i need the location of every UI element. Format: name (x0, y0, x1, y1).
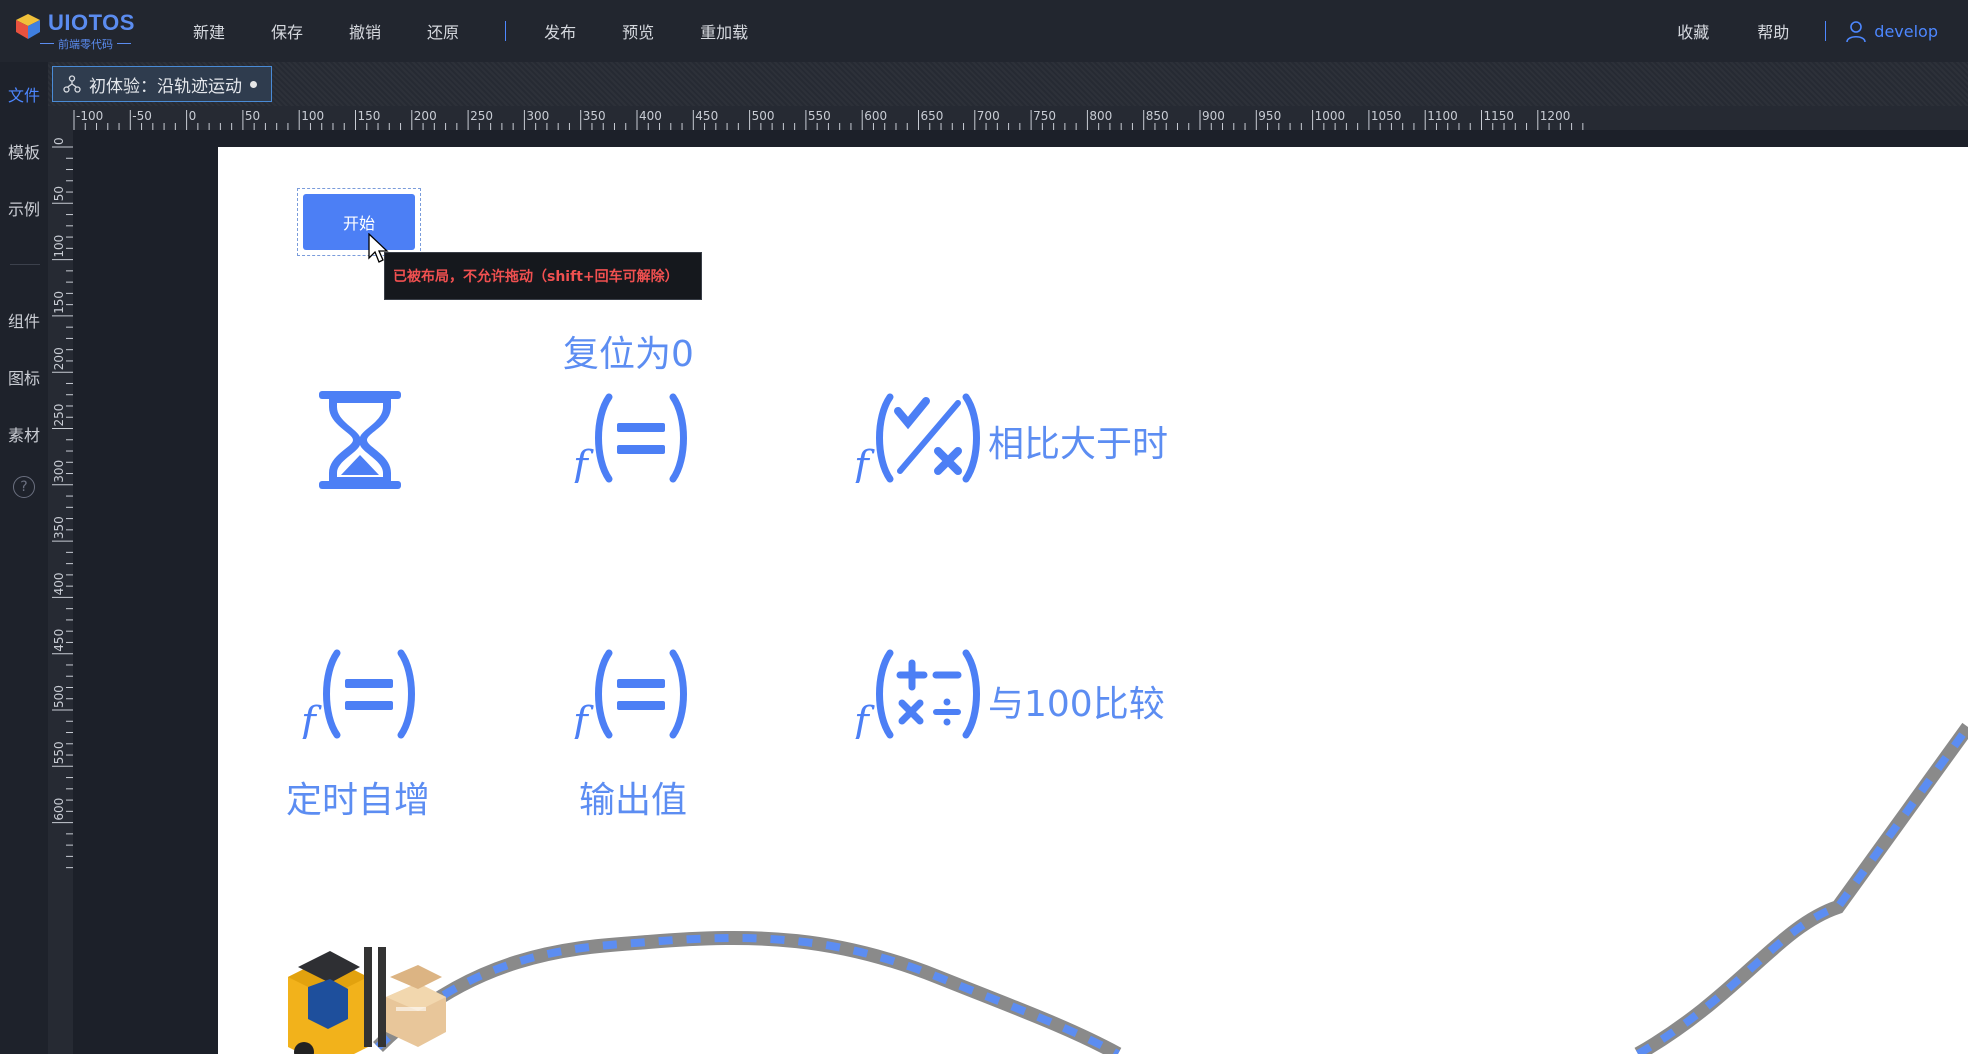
sidebar-item-template[interactable]: 模板 (0, 139, 48, 163)
flow-icon (63, 75, 81, 93)
ruler-label: 550 (808, 109, 831, 123)
menu-save[interactable]: 保存 (271, 19, 303, 43)
motion-track[interactable] (218, 147, 1968, 1054)
tab-document[interactable]: 初体验：沿轨迹运动 (52, 66, 272, 102)
ruler-label: 550 (52, 741, 66, 764)
ruler-label: 1200 (1540, 109, 1571, 123)
ruler-label: 1050 (1371, 109, 1402, 123)
sidebar-item-example[interactable]: 示例 (0, 196, 48, 220)
ruler-label: 600 (52, 798, 66, 821)
ruler-label: 1000 (1315, 109, 1346, 123)
menu-separator (505, 21, 507, 41)
left-sidebar: 文件 模板 示例 组件 图标 素材 ? (0, 62, 48, 1054)
menu-reload[interactable]: 重加载 (700, 19, 748, 43)
ruler-label: 300 (526, 109, 549, 123)
menu-help[interactable]: 帮助 (1757, 19, 1789, 43)
ruler-label: 300 (52, 460, 66, 483)
menu-redo[interactable]: 还原 (427, 19, 459, 43)
ruler-label: 600 (864, 109, 887, 123)
top-bar: UIOTOS 前端零代码 新建 保存 撤销 还原 发布 预览 重加载 收藏 帮助… (0, 0, 1968, 63)
sidebar-item-icon[interactable]: 图标 (0, 365, 48, 389)
unsaved-dot (250, 80, 257, 88)
user-separator (1825, 21, 1827, 41)
tab-title: 初体验：沿轨迹运动 (89, 76, 242, 97)
ruler-label: 900 (1202, 109, 1225, 123)
tab-bar: 初体验：沿轨迹运动 (48, 62, 1968, 106)
main-menu: 新建 保存 撤销 还原 发布 预览 重加载 (193, 0, 794, 62)
ruler-label: 950 (1258, 109, 1281, 123)
user-icon (1846, 21, 1867, 43)
ruler-label: 500 (52, 685, 66, 708)
ruler-label: 150 (52, 291, 66, 314)
ruler-label: 450 (52, 629, 66, 652)
cube-logo-icon (16, 14, 40, 39)
sidebar-item-file[interactable]: 文件 (0, 82, 48, 106)
ruler-label: 500 (752, 109, 775, 123)
sidebar-divider (10, 264, 40, 265)
ruler-label: 350 (52, 516, 66, 539)
ruler-label: 400 (639, 109, 662, 123)
ruler-label: 350 (583, 109, 606, 123)
menu-publish[interactable]: 发布 (544, 19, 576, 43)
sidebar-item-material[interactable]: 素材 (0, 422, 48, 446)
ruler-label: -100 (76, 109, 103, 123)
help-icon[interactable]: ? (13, 476, 35, 498)
right-menu: 收藏 帮助 develop (1677, 0, 1968, 62)
ruler-label: 0 (52, 137, 66, 145)
ruler-label: 800 (1089, 109, 1112, 123)
design-canvas[interactable]: 开始 已被布局，不允许拖动（shift+回车可解除） 复位为0 ƒ ƒ 相比大于… (218, 147, 1968, 1054)
vertical-ruler: 0 50 100 150 200 250 300 350 400 450 500 550 600 (48, 130, 73, 1054)
ruler-label: 250 (52, 404, 66, 427)
ruler-label: 650 (921, 109, 944, 123)
ruler-label: 1100 (1427, 109, 1458, 123)
ruler-label: 50 (52, 186, 66, 201)
forklift-image[interactable] (268, 937, 448, 1054)
menu-undo[interactable]: 撤销 (349, 19, 381, 43)
ruler-label: 450 (695, 109, 718, 123)
logo-text: UIOTOS (48, 10, 135, 35)
ruler-label: 50 (245, 109, 260, 123)
ruler-label: 200 (414, 109, 437, 123)
menu-preview[interactable]: 预览 (622, 19, 654, 43)
horizontal-ruler: -100 -50 0 50 100 150 200 250 300 350 400 450 500 550… (73, 106, 1968, 130)
ruler-label: 750 (1033, 109, 1056, 123)
ruler-label: 1150 (1484, 109, 1515, 123)
ruler-label: 700 (977, 109, 1000, 123)
ruler-label: 100 (301, 109, 324, 123)
ruler-label: 100 (52, 235, 66, 258)
ruler-label: 850 (1146, 109, 1169, 123)
ruler-label: 200 (52, 347, 66, 370)
ruler-label: 150 (358, 109, 381, 123)
ruler-label: 250 (470, 109, 493, 123)
menu-favorites[interactable]: 收藏 (1677, 19, 1709, 43)
ruler-corner (48, 106, 73, 130)
user-account[interactable]: develop (1844, 19, 1938, 43)
ruler-label: 0 (189, 109, 197, 123)
ruler-label: 400 (52, 572, 66, 595)
user-name: develop (1874, 21, 1938, 41)
sidebar-item-component[interactable]: 组件 (0, 308, 48, 332)
ruler-label: -50 (132, 109, 152, 123)
logo-subtitle: 前端零代码 (40, 38, 131, 51)
menu-new[interactable]: 新建 (193, 19, 225, 43)
logo[interactable]: UIOTOS 前端零代码 (14, 8, 144, 54)
